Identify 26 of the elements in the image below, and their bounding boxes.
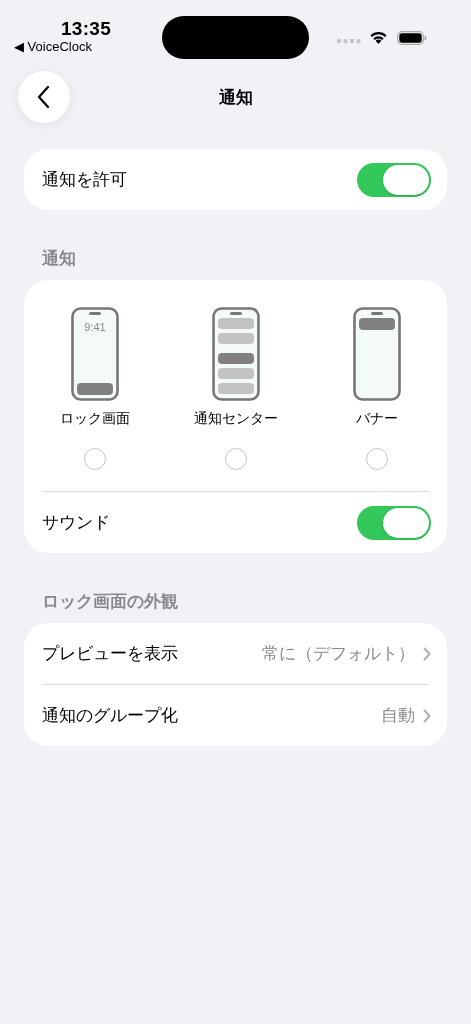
chevron-left-icon	[37, 85, 51, 109]
settings-row[interactable]: 通知のグループ化 自動	[24, 685, 447, 746]
setting-label: サウンド	[42, 512, 110, 534]
status-time: 13:35	[61, 18, 112, 40]
setting-label: 通知のグループ化	[42, 705, 178, 727]
settings-row[interactable]: プレビューを表示 常に（デフォルト）	[24, 623, 447, 684]
signal-icon	[337, 39, 361, 44]
chevron-right-icon	[423, 646, 431, 661]
section-header: ロック画面の外観	[42, 592, 178, 611]
setting-label: プレビューを表示	[42, 643, 178, 665]
section-header: 通知	[42, 249, 76, 268]
style-label: バナー	[355, 410, 398, 428]
setting-label: 通知を許可	[42, 169, 127, 191]
back-to-app-link[interactable]: ◀ VoiceClock	[14, 39, 92, 54]
battery-icon	[397, 31, 427, 45]
style-label: ロック画面	[59, 410, 130, 428]
page-title: 通知	[218, 87, 253, 107]
chevron-right-icon	[423, 708, 431, 723]
back-button[interactable]	[18, 71, 70, 123]
setting-value: 自動	[381, 705, 415, 727]
toggle-switch[interactable]	[357, 162, 431, 197]
toggle-switch[interactable]	[357, 505, 431, 540]
setting-value: 常に（デフォルト）	[262, 643, 415, 665]
wifi-icon	[369, 30, 388, 44]
phone-screen-drawing: 9:41	[70, 307, 119, 401]
style-label: 通知センター	[193, 410, 278, 428]
